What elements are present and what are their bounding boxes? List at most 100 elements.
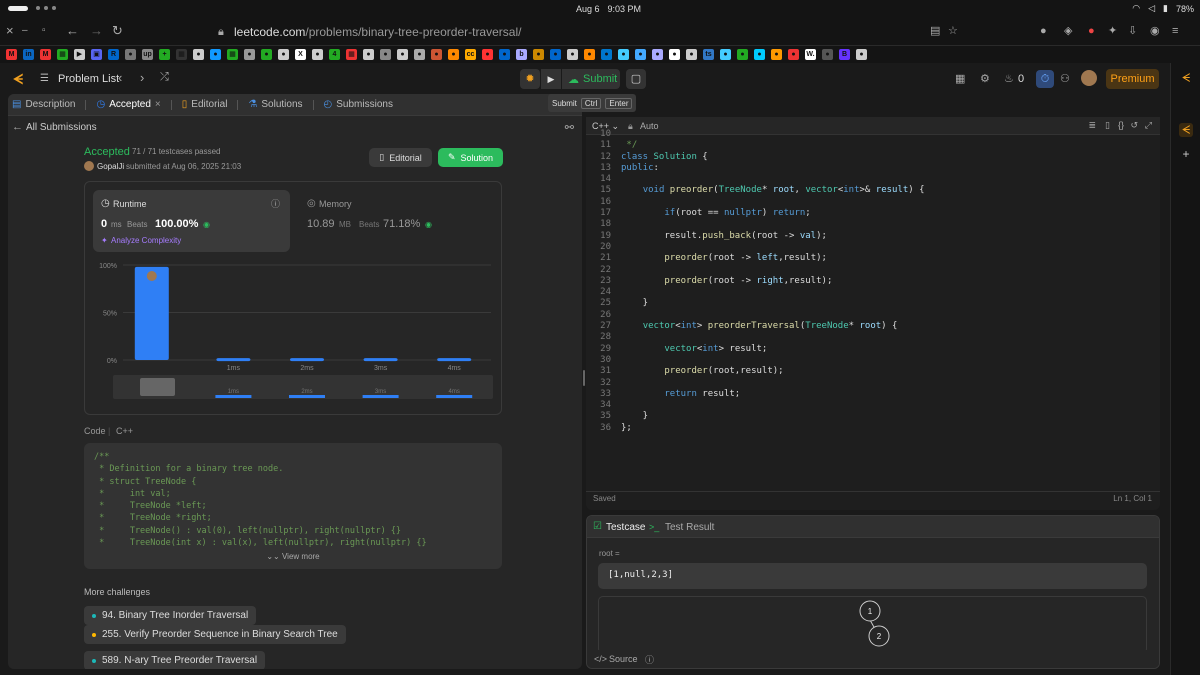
- bookmark-icon[interactable]: R: [108, 49, 119, 60]
- bookmark-icon[interactable]: ▦: [227, 49, 238, 60]
- tab-test-result[interactable]: Test Result: [665, 522, 714, 533]
- bookmark-icon[interactable]: ●: [363, 49, 374, 60]
- bookmark-icon[interactable]: ●: [414, 49, 425, 60]
- challenge-chip[interactable]: 94. Binary Tree Inorder Traversal: [84, 606, 257, 625]
- bookmark-icon[interactable]: X: [295, 49, 306, 60]
- bookmark-icon[interactable]: ●: [584, 49, 595, 60]
- download-icon[interactable]: ⇩: [1128, 24, 1137, 38]
- bookmark-icon[interactable]: ●: [312, 49, 323, 60]
- bookmark-icon[interactable]: ●: [125, 49, 136, 60]
- testcase-input[interactable]: [1,null,2,3]: [598, 563, 1147, 589]
- close-icon[interactable]: ×: [155, 99, 161, 110]
- bookmark-icon[interactable]: M: [40, 49, 51, 60]
- submitted-code-block[interactable]: /** * Definition for a binary tree node.…: [84, 443, 502, 569]
- bookmark-icon[interactable]: ●: [856, 49, 867, 60]
- bookmark-icon[interactable]: ●: [431, 49, 442, 60]
- bookmark-icon[interactable]: ▣: [91, 49, 102, 60]
- extension-icon[interactable]: ●: [1040, 24, 1047, 38]
- timer-icon[interactable]: ⏱: [1036, 70, 1054, 88]
- help-icon[interactable]: ⓘ: [645, 653, 654, 666]
- bookmark-icon[interactable]: ▦: [57, 49, 68, 60]
- username[interactable]: GopalJi: [97, 162, 124, 171]
- bookmark-icon[interactable]: ●: [669, 49, 680, 60]
- problem-list-link[interactable]: Problem List: [58, 73, 119, 85]
- bookmark-icon[interactable]: ●: [210, 49, 221, 60]
- bookmark-icon[interactable]: W.: [805, 49, 816, 60]
- bookmark-icon[interactable]: cc: [465, 49, 476, 60]
- tab-editorial[interactable]: ▯ Editorial: [182, 99, 239, 110]
- source-link[interactable]: Source: [609, 654, 638, 664]
- shield-icon[interactable]: ◈: [1064, 24, 1072, 38]
- add-friend-icon[interactable]: ⚇: [1060, 72, 1070, 85]
- add-panel-icon[interactable]: +: [1179, 147, 1193, 161]
- clock[interactable]: Aug 6 9:03 PM: [568, 4, 641, 14]
- tab-solutions[interactable]: ⚗ Solutions: [248, 99, 314, 110]
- bookmark-icon[interactable]: M: [6, 49, 17, 60]
- bookmark-icon[interactable]: ●: [533, 49, 544, 60]
- back-arrow-icon[interactable]: ←: [12, 121, 23, 133]
- profile-icon[interactable]: ◉: [1150, 24, 1160, 38]
- prev-problem-icon[interactable]: ‹: [118, 70, 122, 85]
- bookmark-icon[interactable]: ●: [737, 49, 748, 60]
- bookmark-icon[interactable]: ●: [244, 49, 255, 60]
- minimize-icon[interactable]: –: [22, 24, 28, 38]
- bookmark-icon[interactable]: ▦: [176, 49, 187, 60]
- extension-badge-icon[interactable]: ●: [1088, 24, 1095, 38]
- bookmark-icon[interactable]: +: [159, 49, 170, 60]
- bookmark-icon[interactable]: ●: [618, 49, 629, 60]
- bookmark-icon[interactable]: ts: [703, 49, 714, 60]
- avatar[interactable]: [1081, 70, 1097, 86]
- debug-icon[interactable]: ✹: [520, 69, 540, 89]
- activities-indicator[interactable]: [8, 6, 28, 11]
- reload-icon[interactable]: ↻: [112, 24, 123, 38]
- address-bar[interactable]: 🔒︎ leetcode.com/problems/binary-tree-pre…: [210, 22, 970, 42]
- puzzle-icon[interactable]: ✦: [1108, 24, 1117, 38]
- shuffle-icon[interactable]: ⤮: [160, 71, 169, 84]
- tab-description[interactable]: ▤ Description: [12, 99, 87, 110]
- bookmark-icon[interactable]: ●: [686, 49, 697, 60]
- leetcode-ext-icon[interactable]: ᗕ: [1179, 71, 1193, 85]
- forward-icon[interactable]: →: [90, 24, 103, 38]
- submit-button[interactable]: ☁ Submit: [562, 69, 620, 89]
- panel-splitter[interactable]: [583, 370, 585, 386]
- bookmark-icon[interactable]: ●: [652, 49, 663, 60]
- back-icon[interactable]: ←: [66, 24, 79, 38]
- leetcode-logo-icon[interactable]: ᗕ: [13, 71, 23, 88]
- view-more-button[interactable]: ⌄⌄ View more: [84, 552, 502, 561]
- all-submissions-link[interactable]: All Submissions: [26, 122, 97, 133]
- bookmark-icon[interactable]: ●: [448, 49, 459, 60]
- challenge-chip[interactable]: 255. Verify Preorder Sequence in Binary …: [84, 625, 346, 644]
- bookmark-icon[interactable]: ●: [499, 49, 510, 60]
- bookmark-star-icon[interactable]: ☆: [948, 24, 958, 38]
- layout-icon[interactable]: ▦: [955, 72, 965, 85]
- bookmark-icon[interactable]: ▶: [74, 49, 85, 60]
- bookmark-icon[interactable]: ●: [482, 49, 493, 60]
- bookmark-icon[interactable]: ●: [397, 49, 408, 60]
- bookmark-icon[interactable]: ●: [771, 49, 782, 60]
- bookmark-icon[interactable]: B: [839, 49, 850, 60]
- bookmark-icon[interactable]: b: [516, 49, 527, 60]
- bookmark-icon[interactable]: in: [23, 49, 34, 60]
- bookmark-icon[interactable]: ●: [278, 49, 289, 60]
- bookmark-icon[interactable]: ▦: [346, 49, 357, 60]
- bookmark-icon[interactable]: ●: [193, 49, 204, 60]
- notes-icon[interactable]: ▢: [626, 69, 646, 89]
- bookmark-icon[interactable]: up: [142, 49, 153, 60]
- bookmark-icon[interactable]: ●: [261, 49, 272, 60]
- next-problem-icon[interactable]: ›: [140, 70, 144, 85]
- run-button[interactable]: ▶: [541, 69, 561, 89]
- bookmark-icon[interactable]: ●: [635, 49, 646, 60]
- tab-submissions[interactable]: ◴ Submissions: [324, 99, 393, 110]
- challenge-chip[interactable]: 589. N-ary Tree Preorder Traversal: [84, 651, 266, 669]
- code-editor[interactable]: 10 11 */12 class Solution {13 public: 14 15 v…: [586, 129, 1160, 510]
- bookmark-icon[interactable]: ●: [601, 49, 612, 60]
- restore-icon[interactable]: ▫: [42, 24, 46, 38]
- menu-icon[interactable]: ≡: [1172, 24, 1178, 38]
- bookmark-icon[interactable]: ●: [380, 49, 391, 60]
- share-link-icon[interactable]: ⚯: [565, 121, 574, 134]
- leetcode-panel-icon[interactable]: ᗕ: [1179, 123, 1193, 137]
- bookmark-icon[interactable]: ●: [754, 49, 765, 60]
- bookmark-icon[interactable]: ●: [788, 49, 799, 60]
- editorial-button[interactable]: ▯ Editorial: [369, 148, 432, 167]
- bookmark-icon[interactable]: ●: [822, 49, 833, 60]
